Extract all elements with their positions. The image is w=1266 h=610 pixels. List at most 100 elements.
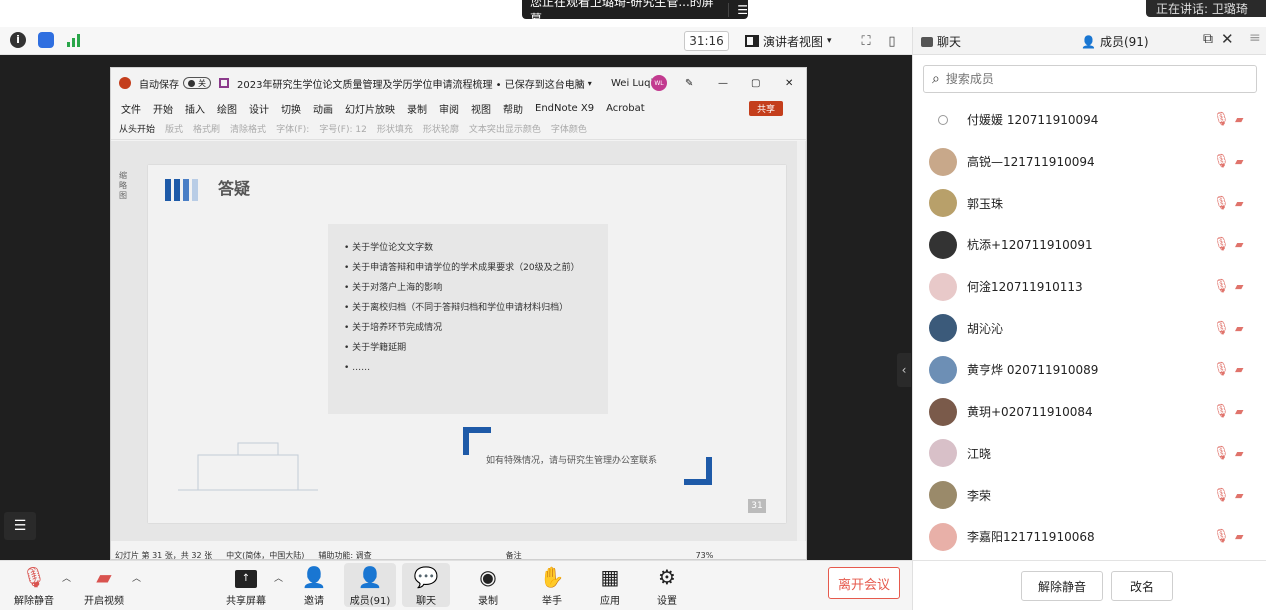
member-row[interactable]: 付媛媛 120711910094 🎙 ▰ (913, 99, 1266, 141)
video-off-icon[interactable]: ▰ (1235, 238, 1243, 251)
collapse-panel-icon[interactable]: ‹ (897, 353, 911, 387)
doc-title[interactable]: 2023年研究生学位论文质量管理及学历学位申请流程梳理 • 已保存到这台电脑 (237, 76, 585, 91)
ppt-menu-item[interactable]: 录制 (407, 101, 427, 116)
ppt-menu-item[interactable]: 幻灯片放映 (345, 101, 395, 116)
notice-menu-icon[interactable]: ☰ (728, 2, 748, 17)
list-menu-icon[interactable]: ☰ (4, 512, 36, 540)
signal-icon[interactable] (66, 32, 82, 48)
mic-off-icon[interactable]: 🎙 (1213, 446, 1230, 461)
video-off-icon[interactable]: ▰ (1235, 155, 1243, 168)
raise-hand-button[interactable]: ✋ 举手 (528, 563, 576, 607)
chat-button[interactable]: 💬 聊天 (402, 563, 450, 607)
popout-icon[interactable]: ⧉ (1203, 31, 1213, 47)
mic-off-icon[interactable]: 🎙 (1213, 154, 1230, 169)
member-row[interactable]: 郭玉珠 🎙 ▰ (913, 182, 1266, 224)
ppt-menu-item[interactable]: 动画 (313, 101, 333, 116)
ppt-menu-item[interactable]: 帮助 (503, 101, 523, 116)
view-mode-button[interactable]: 演讲者视图 ▾ (740, 30, 844, 52)
member-row[interactable]: 黄亨烨 020711910089 🎙 ▰ (913, 349, 1266, 391)
ribbon-item[interactable]: 从头开始 (119, 122, 155, 135)
chevron-up-icon[interactable]: ︿ (274, 571, 283, 584)
video-off-icon[interactable]: ▰ (1235, 197, 1243, 210)
settings-button[interactable]: ⚙ 设置 (643, 563, 691, 607)
member-row[interactable]: 高锐—121711910094 🎙 ▰ (913, 141, 1266, 183)
ppt-user-avatar[interactable]: WL (651, 75, 667, 91)
fullscreen-icon[interactable]: ⛶ (856, 31, 876, 51)
ppt-menu-item[interactable]: 绘图 (217, 101, 237, 116)
invite-button[interactable]: 👤 邀请 (290, 563, 338, 607)
tab-chat[interactable]: 聊天 (921, 33, 961, 50)
apps-button[interactable]: ▦ 应用 (586, 563, 634, 607)
ribbon-item[interactable]: 清除格式 (230, 122, 266, 135)
mic-off-icon[interactable]: 🎙 (1213, 362, 1230, 377)
search-icon[interactable]: ⌕ (577, 76, 583, 90)
window-close-icon[interactable]: ✕ (785, 78, 793, 89)
video-off-icon[interactable]: ▰ (1235, 530, 1243, 543)
ppt-share-button[interactable]: 共享 (749, 100, 784, 116)
thumbnail-pane-label[interactable]: 缩略图 (119, 171, 129, 201)
member-row[interactable]: 胡沁沁 🎙 ▰ (913, 307, 1266, 349)
search-box[interactable]: ⌕ (923, 65, 1257, 93)
members-button[interactable]: 👤 成员(91) (344, 563, 396, 607)
chevron-up-icon[interactable]: ︿ (132, 571, 141, 584)
mic-off-icon[interactable]: 🎙 (1213, 237, 1230, 252)
ribbon-item[interactable]: 版式 (165, 122, 183, 135)
ppt-menu-item[interactable]: 视图 (471, 101, 491, 116)
ppt-menu-item[interactable]: 切换 (281, 101, 301, 116)
video-off-icon[interactable]: ▰ (1235, 405, 1243, 418)
save-icon[interactable] (219, 78, 229, 88)
ppt-menu-item[interactable]: EndNote X9 (535, 103, 594, 114)
zoom-level[interactable]: 73% (696, 551, 714, 560)
mic-off-icon[interactable]: 🎙 (1213, 279, 1230, 294)
member-row[interactable]: 黄玥+020711910084 🎙 ▰ (913, 391, 1266, 433)
ribbon-item[interactable]: 字体颜色 (551, 122, 587, 135)
pen-icon[interactable]: ✎ (685, 78, 693, 89)
autosave-toggle[interactable]: 关 (183, 77, 211, 89)
ribbon-item[interactable]: 格式刷 (193, 122, 220, 135)
tab-members[interactable]: 👤 成员(91) (1081, 33, 1149, 50)
leave-meeting-button[interactable]: 离开会议 (828, 567, 900, 599)
member-row[interactable]: 江晓 🎙 ▰ (913, 433, 1266, 475)
language[interactable]: 中文(简体，中国大陆) (226, 550, 304, 560)
search-input[interactable] (945, 72, 1236, 86)
mic-off-icon[interactable]: 🎙 (1213, 321, 1230, 336)
ppt-menu-item[interactable]: 文件 (121, 101, 141, 116)
mic-off-icon[interactable]: 🎙 (1213, 404, 1230, 419)
record-button[interactable]: ◉ 录制 (464, 563, 512, 607)
chevron-up-icon[interactable]: ︿ (62, 571, 71, 584)
minimize-icon[interactable]: — (718, 78, 728, 89)
ppt-menu-item[interactable]: 设计 (249, 101, 269, 116)
start-video-button[interactable]: ▰ 开启视频 (80, 563, 128, 607)
member-row[interactable]: 李荣 🎙 ▰ (913, 474, 1266, 516)
vertical-scrollbar[interactable] (797, 141, 805, 541)
ribbon-item[interactable]: 字号(F): 12 (319, 122, 367, 135)
ribbon-item[interactable]: 形状填充 (377, 122, 413, 135)
screen-share-notice[interactable]: 您正在观看卫璐琦-研究生管...的屏幕 ☰ (522, 0, 748, 26)
ribbon-item[interactable]: 字体(F): (276, 122, 309, 135)
split-view-icon[interactable]: ▯ (882, 31, 902, 51)
video-off-icon[interactable]: ▰ (1235, 280, 1243, 293)
maximize-icon[interactable]: ▢ (751, 78, 760, 89)
notes-button[interactable]: 备注 (506, 550, 522, 560)
ppt-menu-item[interactable]: 开始 (153, 101, 173, 116)
video-off-icon[interactable]: ▰ (1235, 322, 1243, 335)
unmute-button[interactable]: 🎙 解除静音 (10, 563, 58, 607)
info-icon[interactable]: i (10, 32, 26, 48)
video-off-icon[interactable]: ▰ (1235, 447, 1243, 460)
video-off-icon[interactable]: ▰ (1235, 363, 1243, 376)
mic-off-icon[interactable]: 🎙 (1213, 488, 1230, 503)
more-icon[interactable]: ≡ (1249, 30, 1261, 46)
mic-off-icon[interactable]: 🎙 (1213, 196, 1230, 211)
ribbon-item[interactable]: 形状轮廓 (423, 122, 459, 135)
member-row[interactable]: 李嘉阳121711910068 🎙 ▰ (913, 516, 1266, 558)
member-row[interactable]: 何淦120711910113 🎙 ▰ (913, 266, 1266, 308)
video-off-icon[interactable]: ▰ (1235, 489, 1243, 502)
accessibility[interactable]: 辅助功能: 调查 (318, 550, 371, 560)
ppt-menu-item[interactable]: Acrobat (606, 103, 645, 114)
video-off-icon[interactable]: ▰ (1235, 113, 1243, 126)
close-icon[interactable]: ✕ (1221, 30, 1234, 48)
shield-icon[interactable] (38, 32, 54, 48)
ppt-menu-item[interactable]: 插入 (185, 101, 205, 116)
rename-button[interactable]: 改名 (1111, 571, 1173, 601)
share-screen-button[interactable]: ↑ 共享屏幕 (222, 563, 270, 607)
